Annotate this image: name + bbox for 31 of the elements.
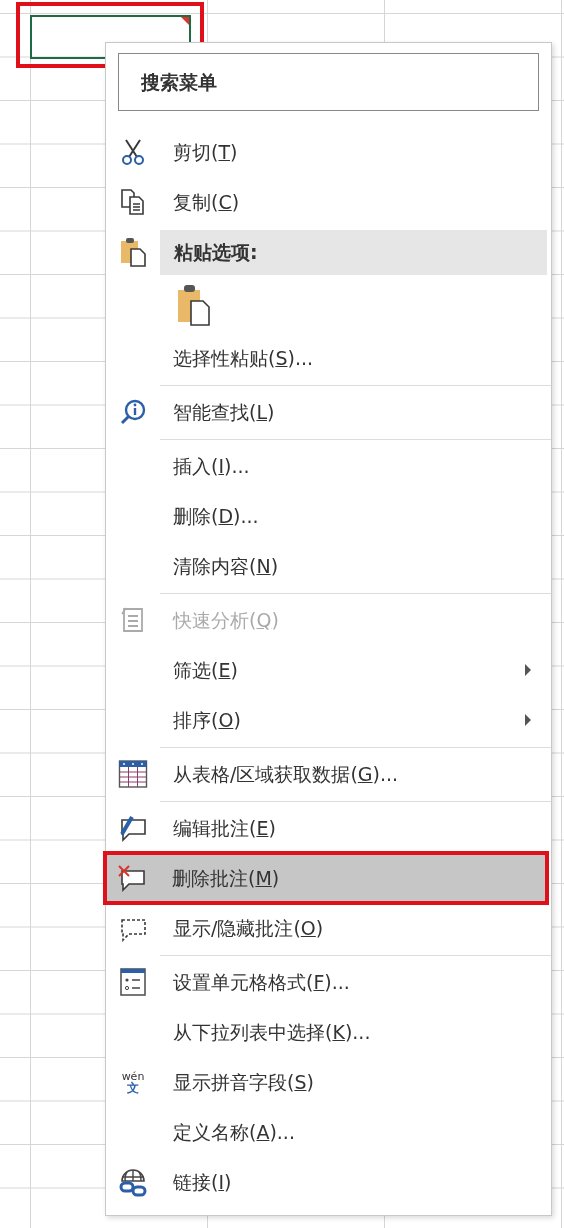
menu-item[interactable]: 清除内容(N) [106,541,551,591]
menu-item[interactable]: 复制(C) [106,177,551,227]
pencil-comment-icon [118,814,148,842]
menu-item[interactable]: 插入(I)... [106,441,551,491]
menu-item[interactable]: 链接(I) [106,1157,551,1207]
menu-item[interactable]: wén 文 显示拼音字段(S) [106,1057,551,1107]
form-icon [119,967,147,997]
menu-item[interactable]: 删除(D)... [106,491,551,541]
menu-item[interactable]: 显示/隐藏批注(O) [106,903,551,953]
search-field[interactable]: 搜索菜单 [118,53,539,111]
search-icon [119,398,147,426]
clipboard-icon [119,236,147,268]
menu-item[interactable]: 设置单元格格式(F)... [106,957,551,1007]
menu-item[interactable]: 从下拉列表中选择(K)... [106,1007,551,1057]
menu-item[interactable]: 选择性粘贴(S)... [106,333,551,383]
globe-link-icon [118,1166,148,1198]
clipboard-icon [176,283,212,327]
copy-icon [120,188,146,216]
menu-item[interactable]: 智能查找(L) [106,387,551,437]
menu-item[interactable]: 从表格/区域获取数据(G)... [106,749,551,799]
menu-item[interactable]: 定义名称(A)... [106,1107,551,1157]
pinyin-icon: wén 文 [121,1070,145,1094]
menu-item[interactable]: 编辑批注(E) [106,803,551,853]
section-header: 粘贴选项: [160,229,547,275]
menu-item[interactable]: 排序(O) [106,695,551,745]
scissors-icon [120,138,146,166]
comment-delete-icon [117,864,147,892]
menu-item[interactable]: 筛选(E) [106,645,551,695]
table-icon [118,759,148,789]
menu-item[interactable]: 删除批注(M) [105,853,547,903]
menu-item[interactable]: 剪切(T) [106,127,551,177]
